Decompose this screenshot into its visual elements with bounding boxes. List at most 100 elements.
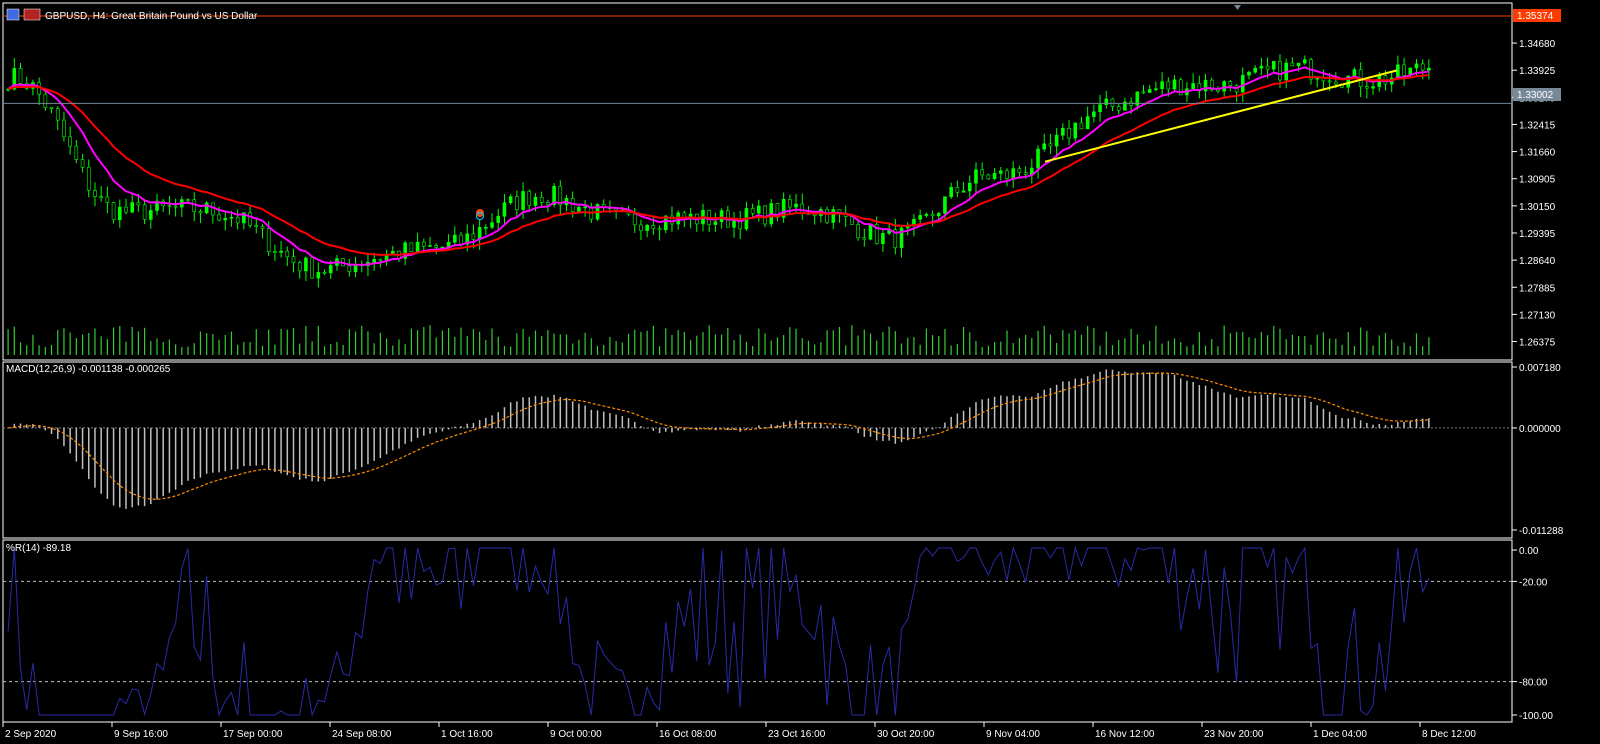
candle-body: [347, 265, 352, 273]
macd-tick-label: -0.011288: [1519, 526, 1564, 537]
candle-body: [1259, 65, 1264, 69]
candle-body: [1160, 81, 1164, 89]
candle-body: [1315, 77, 1320, 80]
candle-body: [943, 196, 947, 214]
candle-body: [1420, 63, 1425, 71]
candle-body: [248, 212, 252, 226]
candle-body: [1371, 86, 1375, 89]
candle-body: [713, 221, 718, 225]
candle-body: [285, 250, 290, 258]
candle-body: [508, 196, 513, 204]
moving-averages: [7, 66, 1430, 266]
candle-body: [1352, 69, 1357, 77]
candle-body: [279, 250, 283, 253]
candle-body: [1278, 61, 1282, 81]
candle-body: [1396, 64, 1400, 79]
candle-body: [1427, 67, 1431, 71]
candle-body: [74, 145, 79, 160]
candle-body: [68, 136, 72, 147]
price-tick-label: 1.31660: [1519, 148, 1556, 159]
candle-body: [149, 210, 153, 220]
wpr-axis: 0.00 -20.00 -80.00 -100.00: [1512, 546, 1553, 722]
candle-body: [1023, 172, 1028, 175]
candle-body: [750, 208, 755, 214]
candle-body: [186, 199, 190, 201]
candle-body: [1222, 81, 1226, 92]
candle-body: [99, 196, 103, 198]
candle-body: [961, 190, 966, 193]
williams-r-indicator: [3, 546, 1512, 717]
candle-body: [1098, 104, 1102, 113]
price-tick-label: 1.29395: [1519, 229, 1556, 240]
candle-body: [421, 241, 426, 247]
candle-body: [273, 251, 277, 253]
candle-body: [1327, 80, 1332, 83]
candle-body: [353, 264, 358, 273]
candle-body: [1036, 148, 1040, 169]
candle-body: [1005, 170, 1009, 179]
candle-body: [515, 196, 519, 210]
candle-body: [117, 206, 122, 221]
candle-body: [1402, 64, 1406, 76]
candle-body: [1228, 81, 1233, 86]
candle-body: [490, 222, 494, 228]
candle-body: [794, 203, 798, 208]
candle-body: [316, 272, 321, 279]
candle-body: [539, 196, 544, 203]
price-tick-label: 1.32415: [1519, 120, 1556, 131]
candle-body: [757, 205, 761, 214]
shift-marker-icon[interactable]: [1234, 5, 1241, 10]
time-tick-label: 1 Dec 04:00: [1313, 729, 1367, 740]
candle-body: [918, 215, 922, 220]
candle-body: [1290, 62, 1295, 67]
candle-body: [1017, 168, 1022, 174]
time-tick-label: 23 Nov 20:00: [1204, 729, 1264, 740]
candle-body: [229, 216, 234, 219]
wpr-label: %R(14) -89.18: [6, 543, 71, 554]
candle-body: [1172, 79, 1177, 90]
macd-tick-label: 0.000000: [1519, 424, 1561, 435]
wpr-tick-label: 0.00: [1519, 546, 1539, 557]
candle-body: [527, 191, 532, 206]
candle-body: [502, 202, 507, 217]
candle-body: [1079, 122, 1084, 130]
candle-body: [471, 233, 476, 240]
candle-body: [43, 93, 48, 108]
flag-icon: [23, 8, 41, 21]
candle-body: [930, 213, 935, 217]
candle-body: [533, 196, 538, 206]
candle-body: [831, 209, 836, 223]
chart-title-text: GBPUSD, H4: Great Britain Pound vs US Do…: [45, 11, 258, 22]
trendline: [1044, 69, 1398, 163]
macd-indicator: [3, 369, 1512, 509]
candle-body: [124, 206, 128, 213]
candle-body: [800, 203, 805, 214]
price-panel-frame: [2, 2, 1513, 361]
candle-body: [1265, 65, 1270, 70]
candle-body: [266, 228, 271, 252]
candle-body: [378, 259, 383, 261]
candle-body: [862, 237, 867, 240]
wpr-tick-label: -100.00: [1519, 711, 1553, 722]
candle-body: [254, 225, 259, 227]
macd-tick-label: 0.007180: [1519, 363, 1561, 374]
price-tick-label: 1.30150: [1519, 202, 1556, 213]
time-tick-label: 16 Oct 08:00: [659, 729, 717, 740]
candle-body: [434, 245, 439, 248]
candle-body: [651, 224, 656, 229]
candle-body: [49, 107, 54, 110]
candle-body: [1116, 106, 1121, 111]
candle-body: [1216, 89, 1220, 92]
candle-body: [372, 259, 376, 263]
time-axis: 2 Sep 2020 9 Sep 16:00 17 Sep 00:00 24 Sep …: [2, 722, 1476, 740]
candle-body: [409, 242, 414, 253]
candle-body: [223, 218, 228, 221]
ma-slow-line: [7, 74, 1430, 256]
candle-body: [459, 234, 463, 245]
candle-body: [1092, 111, 1096, 117]
candle-body: [18, 68, 23, 84]
candle-body: [136, 202, 141, 206]
trading-chart[interactable]: 1.346801.339251.331701.324151.316601.309…: [0, 0, 1600, 744]
candle-body: [1011, 168, 1016, 179]
candle-body: [645, 224, 649, 231]
